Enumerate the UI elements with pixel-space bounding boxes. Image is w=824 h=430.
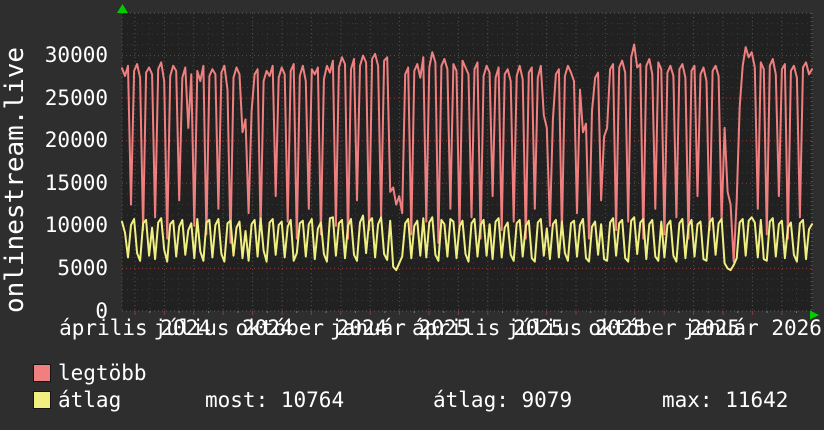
- legend-label-legtobb: legtöbb: [58, 361, 147, 385]
- x-tick-label: január 2026: [682, 316, 822, 340]
- y-tick-label: 10000: [44, 213, 108, 238]
- y-tick-label: 30000: [44, 43, 108, 68]
- y-tick-label: 20000: [44, 128, 108, 153]
- series-line-1: [121, 214, 813, 272]
- legend-item-atlag: átlag: [33, 388, 122, 412]
- y-axis-arrow-icon: [117, 4, 128, 13]
- y-tick-label: 15000: [44, 170, 108, 195]
- legend-swatch-legtobb: [33, 364, 51, 382]
- stat-atlag: átlag: 9079: [433, 388, 573, 412]
- y-tick-label: 5000: [57, 255, 108, 280]
- graph-panel: onlinestream.live 0 5000 10000 15000 20000 25…: [0, 0, 824, 430]
- legend-item-legtobb: legtöbb: [33, 361, 147, 385]
- legend-label-atlag: átlag: [58, 388, 122, 412]
- stat-max: max: 11642: [662, 388, 789, 412]
- stat-most: most: 10764: [205, 388, 345, 412]
- y-tick-label: 25000: [44, 85, 108, 110]
- legend-swatch-atlag: [33, 391, 51, 409]
